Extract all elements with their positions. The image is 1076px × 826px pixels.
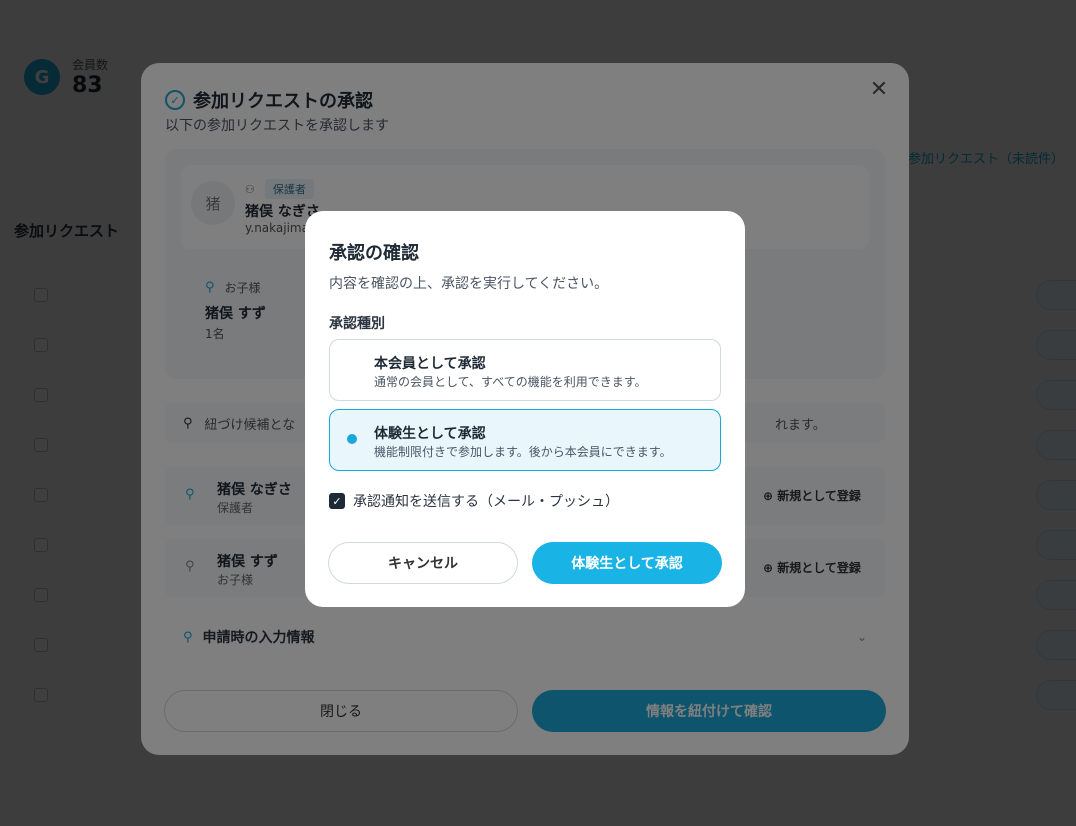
- dialog-title: 承認の確認: [329, 243, 419, 264]
- approval-type-label: 承認種別: [329, 316, 385, 332]
- approval-confirm-dialog: 承認の確認 内容を確認の上、承認を実行してください。 承認種別 本会員として承認…: [305, 211, 745, 607]
- approve-trial-button[interactable]: 体験生として承認: [532, 542, 722, 584]
- option-title: 体験生として承認: [374, 426, 486, 442]
- notify-checkbox[interactable]: ✓: [329, 493, 345, 509]
- dialog-description: 内容を確認の上、承認を実行してください。: [329, 276, 609, 292]
- radio-selected[interactable]: [347, 434, 357, 444]
- radio-unselected[interactable]: [347, 364, 357, 374]
- option-description: 機能制限付きで参加します。後から本会員にできます。: [374, 445, 672, 459]
- option-title: 本会員として承認: [374, 356, 486, 372]
- cancel-button[interactable]: キャンセル: [328, 542, 518, 584]
- notify-checkbox-label[interactable]: 承認通知を送信する（メール・プッシュ）: [353, 491, 619, 511]
- option-description: 通常の会員として、すべての機能を利用できます。: [374, 375, 647, 389]
- option-trial-member[interactable]: 体験生として承認 機能制限付きで参加します。後から本会員にできます。: [329, 409, 721, 471]
- notify-checkbox-row[interactable]: ✓ 承認通知を送信する（メール・プッシュ）: [329, 491, 619, 511]
- option-full-member[interactable]: 本会員として承認 通常の会員として、すべての機能を利用できます。: [329, 339, 721, 401]
